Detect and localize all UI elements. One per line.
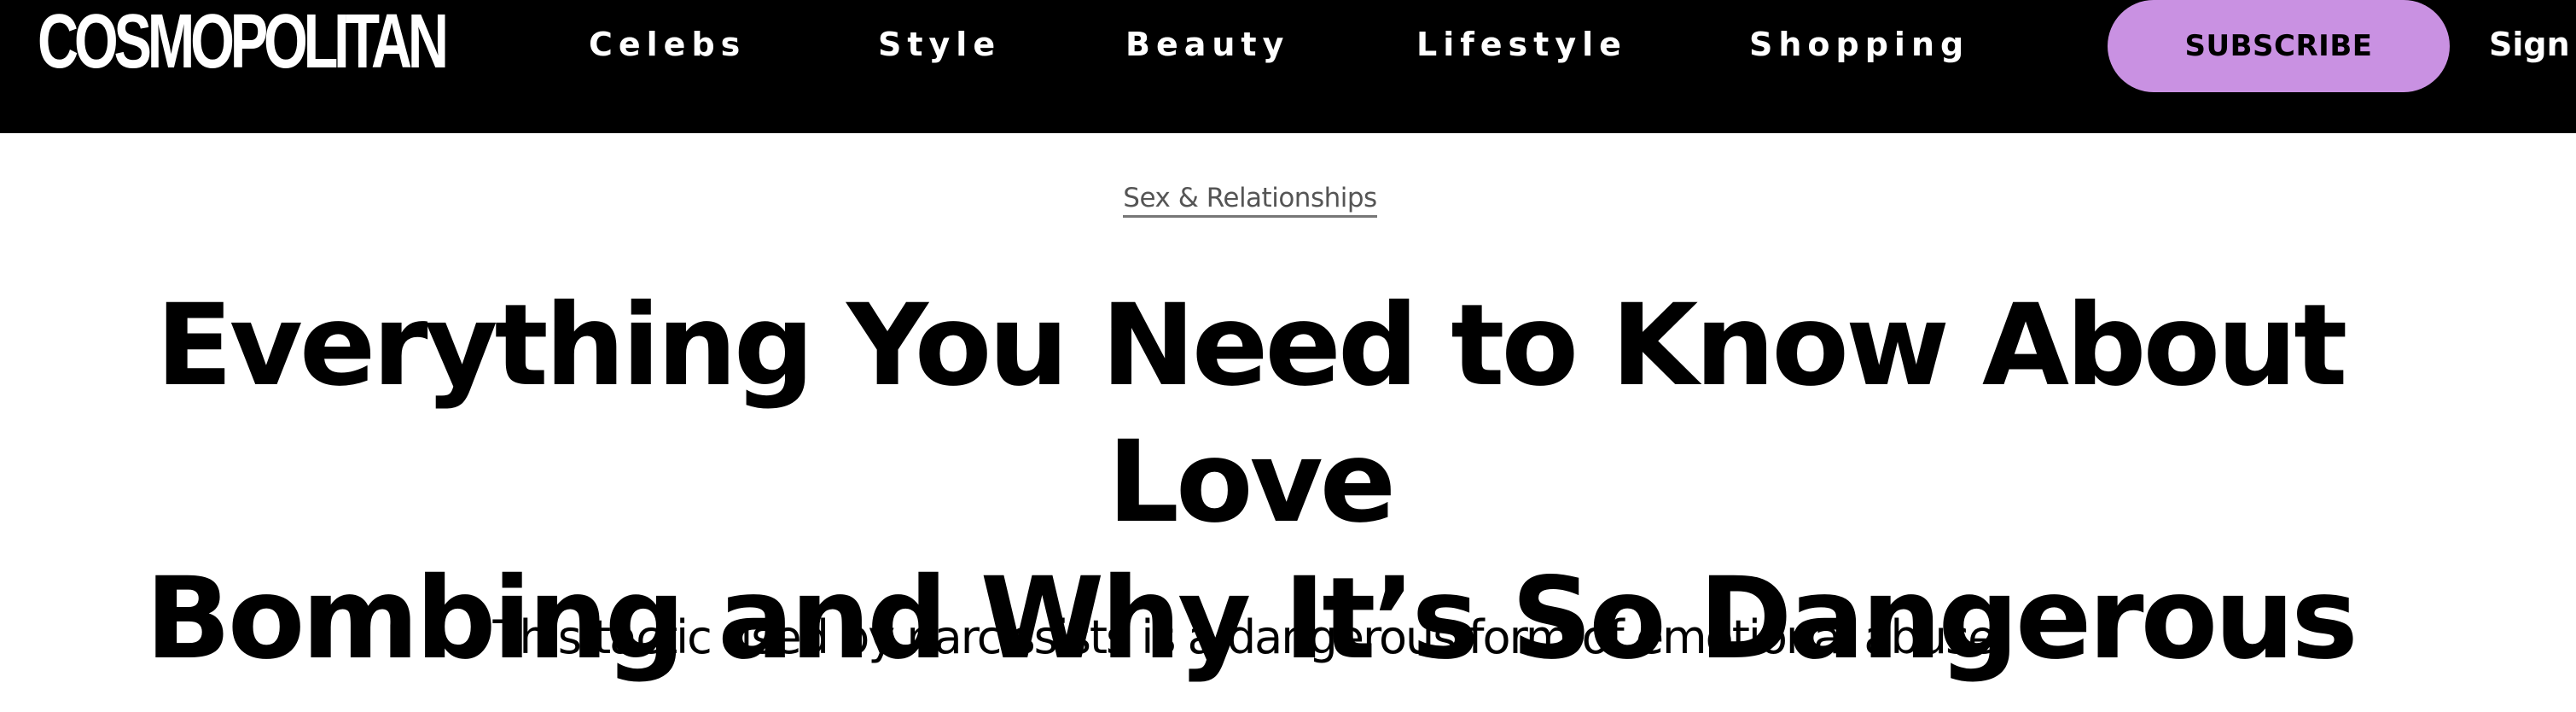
category-breadcrumb: Sex & Relationships [0,178,2500,219]
nav-item-celebs[interactable]: Celebs [589,20,746,68]
nav-item-style[interactable]: Style [878,20,1001,68]
category-link[interactable]: Sex & Relationships [1123,183,1377,218]
article-dek: This tactic used by narcissists is a dan… [492,610,2009,664]
page: COSMOPOLITAN Celebs Style Beauty Lifesty… [0,0,2576,712]
headline-line-1: Everything You Need to Know About Love [155,280,2348,548]
subscribe-button[interactable]: SUBSCRIBE [2108,0,2450,92]
sign-in-link[interactable]: Sign I [2489,20,2576,68]
site-logo[interactable]: COSMOPOLITAN [38,0,449,84]
nav-item-lifestyle[interactable]: Lifestyle [1416,20,1627,68]
nav-item-beauty[interactable]: Beauty [1125,20,1289,68]
top-nav-bar: COSMOPOLITAN Celebs Style Beauty Lifesty… [0,0,2576,133]
nav-item-shopping[interactable]: Shopping [1749,20,1969,68]
